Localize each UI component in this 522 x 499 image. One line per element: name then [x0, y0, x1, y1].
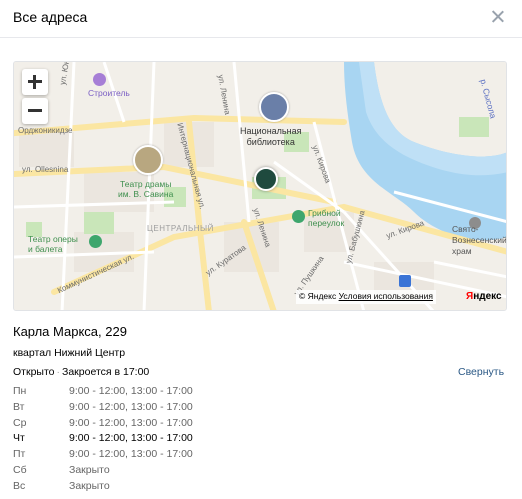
map-attribution: © Яндекс Условия использования: [296, 290, 436, 304]
poi-label: Свято- Вознесенский храм: [452, 224, 507, 256]
close-icon[interactable]: [488, 7, 508, 27]
location-marker-icon[interactable]: [254, 167, 278, 191]
opera-icon[interactable]: [89, 235, 102, 248]
place-address: Карла Маркса, 229: [13, 324, 127, 339]
place-district: квартал Нижний Центр: [13, 347, 126, 359]
open-status: Открыто · Закроется в 17:00: [13, 366, 150, 378]
zoom-in-button[interactable]: [22, 69, 48, 95]
poi-label: Грибной переулок: [308, 208, 345, 228]
dialog-title: Все адреса: [13, 9, 88, 25]
district-label: ЦЕНТРАЛЬНЫЙ: [147, 224, 214, 233]
stroitel-icon[interactable]: [93, 73, 106, 86]
yandex-logo: Яндекс: [466, 291, 502, 302]
library-icon[interactable]: [259, 92, 289, 122]
zoom-out-button[interactable]: [22, 98, 48, 124]
street-label: ул. Ollesnina: [22, 165, 69, 174]
poi-label: Национальная библиотека: [240, 126, 302, 147]
grib-icon[interactable]: [292, 210, 305, 223]
poi-label: Строитель: [88, 88, 130, 98]
theatre-drama-icon[interactable]: [133, 145, 163, 175]
terms-link[interactable]: Условия использования: [339, 291, 433, 301]
dialog-header: Все адреса: [0, 0, 522, 38]
street-label: Орджоникидзе: [18, 126, 73, 135]
poi-label: Театр драмы им. В. Савина: [118, 179, 174, 199]
collapse-link[interactable]: Свернуть: [458, 366, 504, 378]
map[interactable]: ул. Юнина Орджоникидзе ул. Ollesnina Инт…: [13, 61, 507, 311]
poi-label: Театр оперы и балета: [28, 234, 78, 254]
airport-icon[interactable]: [399, 275, 411, 287]
